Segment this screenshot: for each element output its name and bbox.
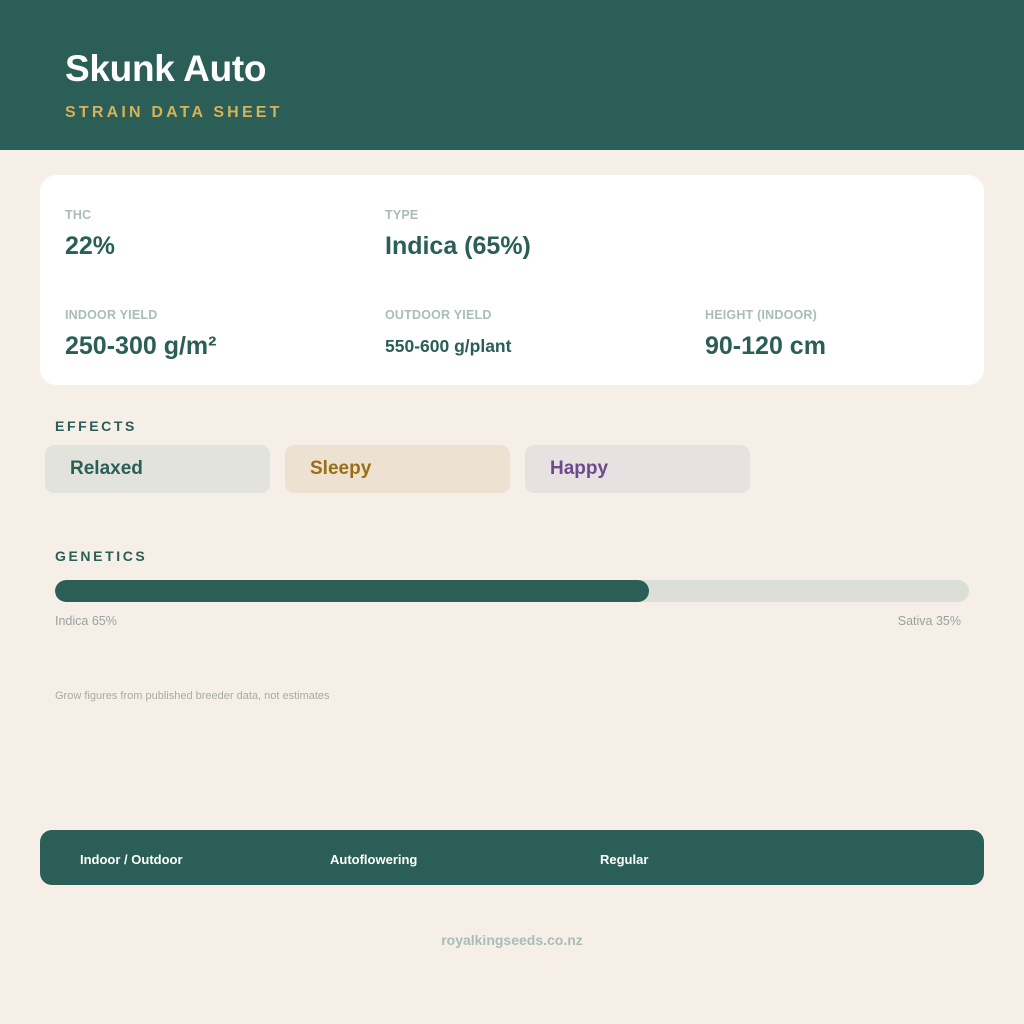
stat-indoor-yield-value: 250-300 g/m²	[65, 332, 217, 360]
effects-heading: EFFECTS	[55, 418, 137, 434]
stat-height-indoor-label: HEIGHT (INDOOR)	[705, 308, 818, 322]
genetics-bar	[55, 580, 969, 602]
footer-item-environment: Indoor / Outdoor	[80, 852, 183, 867]
footer-item-flowering: Autoflowering	[330, 852, 418, 867]
page-subtitle: STRAIN DATA SHEET	[65, 104, 283, 121]
page-title: Skunk Auto	[65, 48, 267, 89]
data-source-note: Grow figures from published breeder data…	[55, 690, 330, 702]
genetics-heading: GENETICS	[55, 548, 148, 564]
genetics-indica-label: Indica 65%	[55, 614, 117, 628]
website-link[interactable]: royalkingseeds.co.nz	[0, 932, 1024, 948]
footer-item-seed-type: Regular	[600, 852, 649, 867]
header-banner: Skunk Auto STRAIN DATA SHEET	[0, 0, 1024, 150]
stat-thc-label: THC	[65, 208, 92, 222]
stat-indoor-yield-label: INDOOR YIELD	[65, 308, 158, 322]
genetics-bar-fill-indica	[55, 580, 650, 602]
stat-indoor-yield: INDOOR YIELD 250-300 g/m²	[65, 308, 216, 361]
stats-card: THC 22% TYPE Indica (65%) INDOOR YIELD 2…	[40, 175, 984, 385]
stat-type-label: TYPE	[385, 208, 419, 222]
stat-thc-value: 22%	[65, 232, 116, 260]
stat-thc: THC 22%	[65, 208, 115, 261]
effect-tag-relaxed: Relaxed	[45, 445, 270, 493]
stat-type-value: Indica (65%)	[385, 232, 531, 260]
stat-height-indoor-value: 90-120 cm	[705, 332, 826, 360]
stat-outdoor-yield: OUTDOOR YIELD 550-600 g/plant	[385, 308, 511, 357]
footer-features-bar: Indoor / Outdoor Autoflowering Regular	[40, 830, 984, 885]
stat-outdoor-yield-value: 550-600 g/plant	[385, 336, 512, 356]
stat-outdoor-yield-label: OUTDOOR YIELD	[385, 308, 492, 322]
effect-tag-happy: Happy	[525, 445, 750, 493]
stat-height-indoor: HEIGHT (INDOOR) 90-120 cm	[705, 308, 826, 361]
genetics-sativa-label: Sativa 35%	[897, 614, 961, 628]
stat-type: TYPE Indica (65%)	[385, 208, 531, 261]
effect-tag-sleepy: Sleepy	[285, 445, 510, 493]
